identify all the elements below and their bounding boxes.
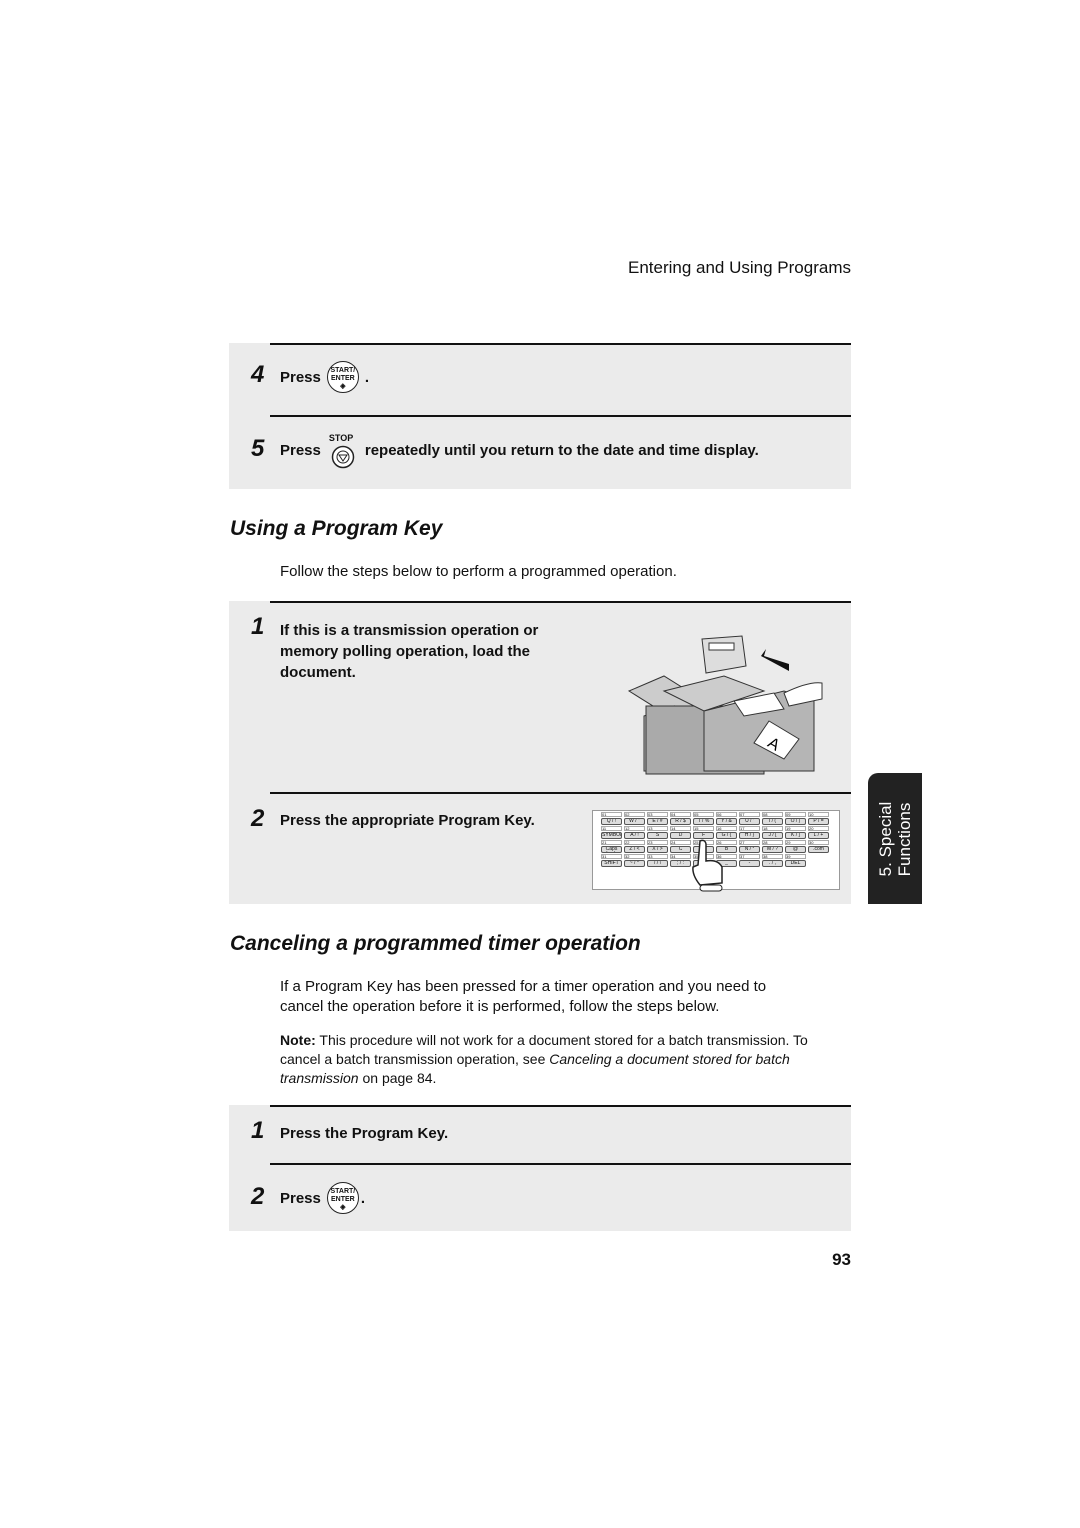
chapter-tab[interactable]: 5. Special Functions <box>868 773 922 904</box>
program-key: SYMBOL <box>601 832 622 839</box>
pointing-hand-icon <box>692 839 723 892</box>
program-key: / / \ <box>647 860 668 867</box>
start-enter-key-icon: START/ENTER ◈ <box>326 361 359 393</box>
key-number: 17 <box>739 826 760 831</box>
key-number: 07 <box>739 812 760 817</box>
program-key: Z / < <box>624 846 645 853</box>
program-key: W / " <box>624 818 645 825</box>
program-key: H / } <box>739 832 760 839</box>
key-number: 33 <box>647 854 668 859</box>
start-enter-key-icon: START/ENTER ◈ <box>326 1182 359 1214</box>
stop-key-icon: STOP <box>329 433 357 469</box>
key-number: 14 <box>670 826 691 831</box>
key-number: 12 <box>624 826 645 831</box>
program-keys-illustration: 01 02 03 04 05 06 07 08 09 10 Q / ! W / " E / # R / $… <box>592 810 840 892</box>
step-number: 1 <box>251 613 265 640</box>
section-intro: Follow the steps below to perform a prog… <box>280 563 677 580</box>
program-key: R / $ <box>670 818 691 825</box>
key-number: 18 <box>762 826 783 831</box>
key-number: 02 <box>624 812 645 817</box>
step-2: Press START/ENTER ◈ . <box>280 1182 365 1214</box>
program-key: U / ' <box>739 818 760 825</box>
key-number: 23 <box>647 840 668 845</box>
program-key: .com <box>808 846 829 853</box>
step-4: Press START/ENTER ◈ . <box>280 361 369 393</box>
page-number: 93 <box>832 1250 851 1269</box>
note: Note: This procedure will not work for a… <box>280 1032 808 1086</box>
key-number: 05 <box>693 812 714 817</box>
key-number: 01 <box>601 812 622 817</box>
key-number: 15 <box>693 826 714 831</box>
program-key: DEL <box>785 860 806 867</box>
key-number: 28 <box>762 840 783 845</box>
step-1: Press the Program Key. <box>280 1125 449 1142</box>
key-number: 13 <box>647 826 668 831</box>
key-number: 08 <box>762 812 783 817</box>
key-number: 37 <box>739 854 760 859</box>
program-key: - <box>739 860 760 867</box>
program-key: O / ) <box>785 818 806 825</box>
program-key: P / = <box>808 818 829 825</box>
step-5: Press STOP repeatedly until you return t… <box>280 433 759 469</box>
fax-machine-illustration: A <box>627 635 823 775</box>
step-number: 1 <box>251 1117 265 1144</box>
steps-block-3: 1 Press the Program Key. 2 Press START/E… <box>229 1105 851 1231</box>
key-number: 20 <box>808 826 829 831</box>
program-key: Caps Lock <box>601 846 622 853</box>
program-key: J / [ <box>762 832 783 839</box>
key-number: 31 <box>601 854 622 859</box>
key-number: 19 <box>785 826 806 831</box>
section-title: Canceling a programmed timer operation <box>230 932 641 955</box>
program-key: Y / & <box>716 818 737 825</box>
key-number: 16 <box>716 826 737 831</box>
key-number: 39 <box>785 854 806 859</box>
program-key: M / ? <box>762 846 783 853</box>
program-key: K / ] <box>785 832 806 839</box>
step-1: If this is a transmission operation or me… <box>280 622 539 681</box>
steps-block-1: 4 Press START/ENTER ◈ . 5 Press STOP repe… <box>229 343 851 489</box>
program-key: SHIFT <box>601 860 622 867</box>
key-number: 30 <box>808 840 829 845</box>
program-key: D <box>670 832 691 839</box>
running-header: Entering and Using Programs <box>627 258 851 277</box>
key-number: 21 <box>601 840 622 845</box>
program-key: L / + <box>808 832 829 839</box>
program-key: Q / ! <box>601 818 622 825</box>
key-number: 03 <box>647 812 668 817</box>
step-2: Press the appropriate Program Key. <box>280 812 535 829</box>
program-key: ~ / ^ <box>624 860 645 867</box>
section-title: Using a Program Key <box>230 517 443 540</box>
program-key: G / { <box>716 832 737 839</box>
key-number: 32 <box>624 854 645 859</box>
key-number: 22 <box>624 840 645 845</box>
key-number: 10 <box>808 812 829 817</box>
step-number: 5 <box>251 435 265 462</box>
key-number: 04 <box>670 812 691 817</box>
step-number: 2 <box>251 1183 265 1210</box>
program-key: T / % <box>693 818 714 825</box>
step-text: Press <box>280 368 321 386</box>
program-key: @ <box>785 846 806 853</box>
key-number: 27 <box>739 840 760 845</box>
program-key: . / , <box>762 860 783 867</box>
key-number: 38 <box>762 854 783 859</box>
program-key: X / > <box>647 846 668 853</box>
section-intro: If a Program Key has been pressed for a … <box>280 978 767 1015</box>
program-key: E / # <box>647 818 668 825</box>
program-key: N / * <box>739 846 760 853</box>
program-key: A / ! <box>624 832 645 839</box>
key-number: 09 <box>785 812 806 817</box>
program-key: S <box>647 832 668 839</box>
step-number: 4 <box>251 361 265 388</box>
key-number: 06 <box>716 812 737 817</box>
key-number: 29 <box>785 840 806 845</box>
key-number: 11 <box>601 826 622 831</box>
program-key: I / ( <box>762 818 783 825</box>
step-number: 2 <box>251 805 265 832</box>
program-key: F <box>693 832 714 839</box>
